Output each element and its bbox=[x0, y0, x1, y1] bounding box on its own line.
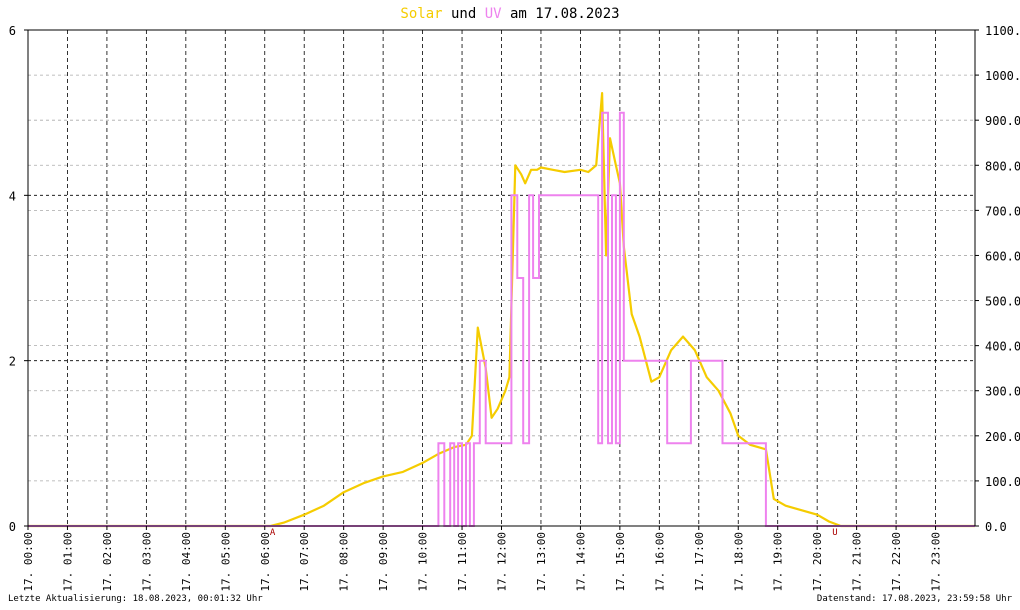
right-tick-label-5: 500.0 bbox=[985, 295, 1020, 309]
chart-svg: Solar und UV am 17.08.2023 0 2 4 6 0.0 100.0 2… bbox=[8, 6, 1020, 604]
x-tick-label-3: 17. 03:00 bbox=[140, 532, 153, 592]
x-tick-label-13: 17. 13:00 bbox=[535, 532, 548, 592]
right-tick-label-11: 1100.0 bbox=[985, 24, 1020, 38]
solar-uv-chart: Solar und UV am 17.08.2023 0 2 4 6 0.0 100.0 2… bbox=[0, 0, 1020, 606]
x-tick-label-11: 17. 11:00 bbox=[456, 532, 469, 592]
left-tick-label-1: 2 bbox=[9, 355, 16, 369]
right-tick-label-3: 300.0 bbox=[985, 385, 1020, 399]
x-tick-label-2: 17. 02:00 bbox=[101, 532, 114, 592]
title-solar: Solar bbox=[400, 6, 442, 22]
x-tick-label-10: 17. 10:00 bbox=[417, 532, 430, 592]
title-date: am 17.08.2023 bbox=[502, 6, 620, 22]
x-tick-label-22: 17. 22:00 bbox=[890, 532, 903, 592]
right-tick-label-10: 1000.0 bbox=[985, 69, 1020, 83]
footer-last-update: Letzte Aktualisierung: 18.08.2023, 00:01… bbox=[8, 594, 263, 604]
right-tick-label-1: 100.0 bbox=[985, 475, 1020, 489]
x-tick-label-6: 17. 06:00 bbox=[259, 532, 272, 592]
x-tick-label-16: 17. 16:00 bbox=[653, 532, 666, 592]
x-tick-label-21: 17. 21:00 bbox=[851, 532, 864, 592]
right-tick-label-4: 400.0 bbox=[985, 340, 1020, 354]
x-tick-label-17: 17. 17:00 bbox=[693, 532, 706, 592]
x-tick-label-23: 17. 23:00 bbox=[930, 532, 943, 592]
right-tick-label-6: 600.0 bbox=[985, 249, 1020, 263]
right-tick-label-8: 800.0 bbox=[985, 159, 1020, 173]
left-tick-label-0: 0 bbox=[9, 520, 16, 534]
sunrise-marker: A bbox=[270, 528, 276, 538]
grid-layer bbox=[28, 30, 975, 526]
x-tick-label-19: 17. 19:00 bbox=[772, 532, 785, 592]
x-tick-label-4: 17. 04:00 bbox=[180, 532, 193, 592]
right-tick-label-9: 900.0 bbox=[985, 114, 1020, 128]
x-tick-label-15: 17. 15:00 bbox=[614, 532, 627, 592]
title-uv: UV bbox=[485, 6, 502, 22]
x-tick-label-8: 17. 08:00 bbox=[338, 532, 351, 592]
footer-data-state: Datenstand: 17.08.2023, 23:59:58 Uhr bbox=[817, 594, 1013, 604]
x-tick-label-5: 17. 05:00 bbox=[219, 532, 232, 592]
x-tick-label-0: 17. 00:00 bbox=[22, 532, 35, 592]
x-tick-label-12: 17. 12:00 bbox=[496, 532, 509, 592]
right-tick-label-0: 0.0 bbox=[985, 520, 1007, 534]
title-und: und bbox=[443, 6, 485, 22]
axis-layer: 0 2 4 6 0.0 100.0 200.0 300.0 400.0 500.0 600.0 700… bbox=[9, 24, 1020, 592]
left-tick-label-2: 4 bbox=[9, 189, 16, 203]
right-tick-label-7: 700.0 bbox=[985, 204, 1020, 218]
x-tick-label-18: 17. 18:00 bbox=[732, 532, 745, 592]
x-tick-label-7: 17. 07:00 bbox=[298, 532, 311, 592]
x-tick-label-1: 17. 01:00 bbox=[61, 532, 74, 592]
x-tick-label-20: 17. 20:00 bbox=[811, 532, 824, 592]
left-tick-label-3: 6 bbox=[9, 24, 16, 38]
x-tick-label-9: 17. 09:00 bbox=[377, 532, 390, 592]
x-tick-label-14: 17. 14:00 bbox=[574, 532, 587, 592]
chart-title: Solar und UV am 17.08.2023 bbox=[400, 6, 619, 22]
sunset-marker: U bbox=[832, 528, 837, 538]
right-tick-label-2: 200.0 bbox=[985, 430, 1020, 444]
